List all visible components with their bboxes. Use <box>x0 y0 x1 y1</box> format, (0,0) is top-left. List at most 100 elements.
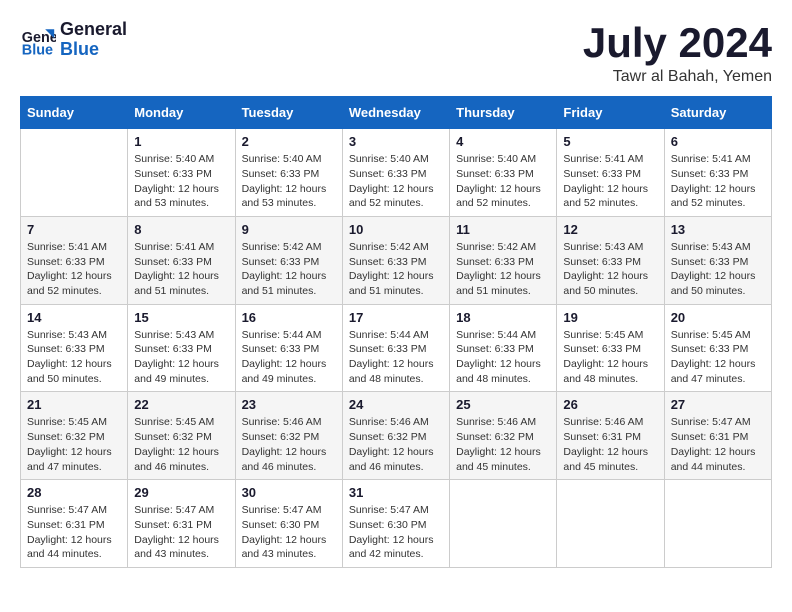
day-info: Sunrise: 5:40 AMSunset: 6:33 PMDaylight:… <box>456 152 550 211</box>
day-number: 14 <box>27 310 121 325</box>
cell-week1-day7: 6Sunrise: 5:41 AMSunset: 6:33 PMDaylight… <box>664 129 771 217</box>
cell-week1-day3: 2 Sunrise: 5:40 AMSunset: 6:33 PMDaylight… <box>235 129 342 217</box>
day-number: 2 <box>242 134 336 149</box>
cell-week5-day2: 29 Sunrise: 5:47 AMSunset: 6:31 PMDayligh… <box>128 480 235 568</box>
cell-week1-day5: 4 Sunrise: 5:40 AMSunset: 6:33 PMDaylight… <box>450 129 557 217</box>
header-day-saturday: Saturday <box>664 97 771 129</box>
cell-week1-day6: 5 Sunrise: 5:41 AMSunset: 6:33 PMDaylight… <box>557 129 664 217</box>
header-day-tuesday: Tuesday <box>235 97 342 129</box>
day-info: Sunrise: 5:47 AMSunset: 6:30 PMDaylight:… <box>242 503 336 562</box>
day-info: Sunrise: 5:43 AMSunset: 6:33 PMDaylight:… <box>27 328 121 387</box>
day-number: 1 <box>134 134 228 149</box>
day-number: 8 <box>134 222 228 237</box>
cell-week4-day3: 23Sunrise: 5:46 AMSunset: 6:32 PMDayligh… <box>235 392 342 480</box>
subtitle: Tawr al Bahah, Yemen <box>583 68 772 86</box>
day-info: Sunrise: 5:47 AMSunset: 6:31 PMDaylight:… <box>134 503 228 562</box>
day-info: Sunrise: 5:44 AMSunset: 6:33 PMDaylight:… <box>242 328 336 387</box>
cell-week3-day5: 18 Sunrise: 5:44 AMSunset: 6:33 PMDayligh… <box>450 304 557 392</box>
cell-week5-day1: 28Sunrise: 5:47 AMSunset: 6:31 PMDayligh… <box>21 480 128 568</box>
day-info: Sunrise: 5:42 AMSunset: 6:33 PMDaylight:… <box>242 240 336 299</box>
day-info: Sunrise: 5:46 AMSunset: 6:32 PMDaylight:… <box>456 415 550 474</box>
day-info: Sunrise: 5:47 AMSunset: 6:30 PMDaylight:… <box>349 503 443 562</box>
day-info: Sunrise: 5:47 AMSunset: 6:31 PMDaylight:… <box>671 415 765 474</box>
week-row-4: 21Sunrise: 5:45 AMSunset: 6:32 PMDayligh… <box>21 392 772 480</box>
cell-week3-day4: 17Sunrise: 5:44 AMSunset: 6:33 PMDayligh… <box>342 304 449 392</box>
cell-week5-day5 <box>450 480 557 568</box>
header: General Blue General Blue July 2024 Tawr… <box>20 20 772 86</box>
title-area: July 2024 Tawr al Bahah, Yemen <box>583 20 772 86</box>
header-day-thursday: Thursday <box>450 97 557 129</box>
cell-week5-day4: 31Sunrise: 5:47 AMSunset: 6:30 PMDayligh… <box>342 480 449 568</box>
cell-week3-day7: 20Sunrise: 5:45 AMSunset: 6:33 PMDayligh… <box>664 304 771 392</box>
day-number: 12 <box>563 222 657 237</box>
week-row-2: 7 Sunrise: 5:41 AMSunset: 6:33 PMDaylight… <box>21 216 772 304</box>
week-row-1: 1 Sunrise: 5:40 AMSunset: 6:33 PMDaylight… <box>21 129 772 217</box>
day-number: 15 <box>134 310 228 325</box>
header-row: SundayMondayTuesdayWednesdayThursdayFrid… <box>21 97 772 129</box>
main-title: July 2024 <box>583 20 772 66</box>
day-number: 10 <box>349 222 443 237</box>
cell-week2-day7: 13 Sunrise: 5:43 AMSunset: 6:33 PMDayligh… <box>664 216 771 304</box>
day-number: 7 <box>27 222 121 237</box>
day-number: 24 <box>349 397 443 412</box>
cell-week3-day3: 16 Sunrise: 5:44 AMSunset: 6:33 PMDayligh… <box>235 304 342 392</box>
logo-general: General <box>60 20 127 40</box>
cell-week2-day2: 8 Sunrise: 5:41 AMSunset: 6:33 PMDaylight… <box>128 216 235 304</box>
logo: General Blue General Blue <box>20 20 127 60</box>
day-info: Sunrise: 5:45 AMSunset: 6:33 PMDaylight:… <box>671 328 765 387</box>
day-number: 9 <box>242 222 336 237</box>
day-info: Sunrise: 5:41 AMSunset: 6:33 PMDaylight:… <box>27 240 121 299</box>
day-number: 22 <box>134 397 228 412</box>
cell-week4-day7: 27 Sunrise: 5:47 AMSunset: 6:31 PMDayligh… <box>664 392 771 480</box>
day-info: Sunrise: 5:41 AMSunset: 6:33 PMDaylight:… <box>134 240 228 299</box>
cell-week3-day1: 14 Sunrise: 5:43 AMSunset: 6:33 PMDayligh… <box>21 304 128 392</box>
day-info: Sunrise: 5:42 AMSunset: 6:33 PMDaylight:… <box>456 240 550 299</box>
day-info: Sunrise: 5:40 AMSunset: 6:33 PMDaylight:… <box>349 152 443 211</box>
cell-week5-day6 <box>557 480 664 568</box>
day-number: 3 <box>349 134 443 149</box>
day-info: Sunrise: 5:43 AMSunset: 6:33 PMDaylight:… <box>671 240 765 299</box>
day-info: Sunrise: 5:42 AMSunset: 6:33 PMDaylight:… <box>349 240 443 299</box>
cell-week1-day4: 3 Sunrise: 5:40 AMSunset: 6:33 PMDaylight… <box>342 129 449 217</box>
cell-week5-day3: 30Sunrise: 5:47 AMSunset: 6:30 PMDayligh… <box>235 480 342 568</box>
cell-week4-day2: 22 Sunrise: 5:45 AMSunset: 6:32 PMDayligh… <box>128 392 235 480</box>
day-number: 5 <box>563 134 657 149</box>
day-number: 29 <box>134 485 228 500</box>
cell-week3-day6: 19 Sunrise: 5:45 AMSunset: 6:33 PMDayligh… <box>557 304 664 392</box>
cell-week5-day7 <box>664 480 771 568</box>
day-number: 19 <box>563 310 657 325</box>
cell-week1-day1 <box>21 129 128 217</box>
cell-week4-day1: 21Sunrise: 5:45 AMSunset: 6:32 PMDayligh… <box>21 392 128 480</box>
cell-week3-day2: 15 Sunrise: 5:43 AMSunset: 6:33 PMDayligh… <box>128 304 235 392</box>
day-number: 11 <box>456 222 550 237</box>
day-info: Sunrise: 5:44 AMSunset: 6:33 PMDaylight:… <box>456 328 550 387</box>
day-info: Sunrise: 5:41 AMSunset: 6:33 PMDaylight:… <box>563 152 657 211</box>
day-number: 23 <box>242 397 336 412</box>
day-number: 25 <box>456 397 550 412</box>
cell-week4-day5: 25 Sunrise: 5:46 AMSunset: 6:32 PMDayligh… <box>450 392 557 480</box>
cell-week4-day6: 26Sunrise: 5:46 AMSunset: 6:31 PMDayligh… <box>557 392 664 480</box>
calendar-table: SundayMondayTuesdayWednesdayThursdayFrid… <box>20 96 772 568</box>
day-info: Sunrise: 5:45 AMSunset: 6:33 PMDaylight:… <box>563 328 657 387</box>
day-info: Sunrise: 5:45 AMSunset: 6:32 PMDaylight:… <box>134 415 228 474</box>
day-info: Sunrise: 5:40 AMSunset: 6:33 PMDaylight:… <box>242 152 336 211</box>
header-day-friday: Friday <box>557 97 664 129</box>
day-number: 16 <box>242 310 336 325</box>
day-number: 26 <box>563 397 657 412</box>
cell-week2-day4: 10 Sunrise: 5:42 AMSunset: 6:33 PMDayligh… <box>342 216 449 304</box>
day-info: Sunrise: 5:40 AMSunset: 6:33 PMDaylight:… <box>134 152 228 211</box>
logo-blue: Blue <box>60 40 127 60</box>
logo-icon: General Blue <box>20 22 56 58</box>
cell-week2-day1: 7 Sunrise: 5:41 AMSunset: 6:33 PMDaylight… <box>21 216 128 304</box>
header-day-monday: Monday <box>128 97 235 129</box>
day-info: Sunrise: 5:43 AMSunset: 6:33 PMDaylight:… <box>134 328 228 387</box>
day-number: 4 <box>456 134 550 149</box>
cell-week1-day2: 1 Sunrise: 5:40 AMSunset: 6:33 PMDaylight… <box>128 129 235 217</box>
day-number: 27 <box>671 397 765 412</box>
day-number: 13 <box>671 222 765 237</box>
cell-week2-day5: 11 Sunrise: 5:42 AMSunset: 6:33 PMDayligh… <box>450 216 557 304</box>
cell-week2-day6: 12Sunrise: 5:43 AMSunset: 6:33 PMDayligh… <box>557 216 664 304</box>
week-row-3: 14 Sunrise: 5:43 AMSunset: 6:33 PMDayligh… <box>21 304 772 392</box>
day-info: Sunrise: 5:44 AMSunset: 6:33 PMDaylight:… <box>349 328 443 387</box>
day-number: 18 <box>456 310 550 325</box>
